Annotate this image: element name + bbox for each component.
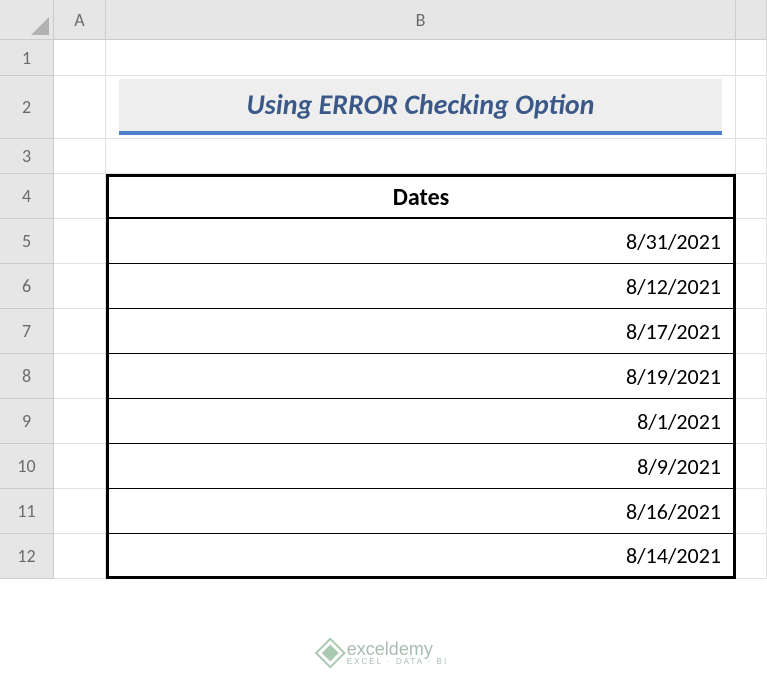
title-box: Using ERROR Checking Option [119, 79, 723, 135]
cell-C12[interactable] [736, 534, 767, 579]
cell-A8[interactable] [54, 354, 106, 399]
table-row[interactable]: 8/12/2021 [106, 264, 736, 309]
watermark-main: exceldemy [347, 640, 448, 658]
select-all-corner[interactable] [0, 0, 54, 40]
cell-A2[interactable] [54, 76, 106, 139]
cell-A12[interactable] [54, 534, 106, 579]
cell-A4[interactable] [54, 174, 106, 219]
table-row[interactable]: 8/1/2021 [106, 399, 736, 444]
cell-A5[interactable] [54, 219, 106, 264]
table-row[interactable]: 8/16/2021 [106, 489, 736, 534]
row-header-1[interactable]: 1 [0, 40, 54, 76]
cell-C11[interactable] [736, 489, 767, 534]
row-header-5[interactable]: 5 [0, 219, 54, 264]
date-value: 8/14/2021 [626, 542, 721, 569]
row-header-4[interactable]: 4 [0, 174, 54, 219]
cell-C4[interactable] [736, 174, 767, 219]
date-value: 8/19/2021 [626, 363, 721, 390]
table-row[interactable]: 8/19/2021 [106, 354, 736, 399]
cell-C9[interactable] [736, 399, 767, 444]
cell-B3[interactable] [106, 139, 736, 174]
table-row[interactable]: 8/9/2021 [106, 444, 736, 489]
table-row[interactable]: 8/14/2021 [106, 534, 736, 579]
page-title: Using ERROR Checking Option [247, 87, 595, 122]
cell-A11[interactable] [54, 489, 106, 534]
table-header-cell[interactable]: Dates [106, 174, 736, 219]
row-header-7[interactable]: 7 [0, 309, 54, 354]
watermark-logo-icon [314, 637, 345, 668]
row-header-9[interactable]: 9 [0, 399, 54, 444]
row-header-11[interactable]: 11 [0, 489, 54, 534]
date-value: 8/1/2021 [637, 408, 721, 435]
cell-C3[interactable] [736, 139, 767, 174]
cell-C7[interactable] [736, 309, 767, 354]
row-header-3[interactable]: 3 [0, 139, 54, 174]
watermark-sub: EXCEL · DATA · BI [347, 658, 448, 666]
cell-A9[interactable] [54, 399, 106, 444]
row-header-6[interactable]: 6 [0, 264, 54, 309]
col-header-A[interactable]: A [54, 0, 106, 40]
cell-A6[interactable] [54, 264, 106, 309]
cell-C2[interactable] [736, 76, 767, 139]
row-header-8[interactable]: 8 [0, 354, 54, 399]
row-header-10[interactable]: 10 [0, 444, 54, 489]
spreadsheet-grid: A B 1 2 3 4 5 6 7 8 9 10 11 12 Using ERR… [0, 0, 767, 684]
date-value: 8/9/2021 [637, 453, 721, 480]
cell-A3[interactable] [54, 139, 106, 174]
cell-C6[interactable] [736, 264, 767, 309]
date-value: 8/16/2021 [626, 498, 721, 525]
date-value: 8/12/2021 [626, 273, 721, 300]
watermark: exceldemy EXCEL · DATA · BI [319, 640, 448, 666]
table-row[interactable]: 8/17/2021 [106, 309, 736, 354]
cell-B2[interactable]: Using ERROR Checking Option [106, 76, 736, 139]
cell-C5[interactable] [736, 219, 767, 264]
row-header-12[interactable]: 12 [0, 534, 54, 579]
cell-A10[interactable] [54, 444, 106, 489]
table-header-label: Dates [393, 183, 449, 212]
cell-C8[interactable] [736, 354, 767, 399]
row-header-2[interactable]: 2 [0, 76, 54, 139]
col-header-next[interactable] [736, 0, 767, 40]
date-value: 8/17/2021 [626, 318, 721, 345]
cell-B1[interactable] [106, 40, 736, 76]
date-value: 8/31/2021 [626, 228, 721, 255]
cell-C10[interactable] [736, 444, 767, 489]
cell-A7[interactable] [54, 309, 106, 354]
table-row[interactable]: 8/31/2021 [106, 219, 736, 264]
watermark-text: exceldemy EXCEL · DATA · BI [347, 640, 448, 666]
col-header-B[interactable]: B [106, 0, 736, 40]
cell-A1[interactable] [54, 40, 106, 76]
cell-C1[interactable] [736, 40, 767, 76]
